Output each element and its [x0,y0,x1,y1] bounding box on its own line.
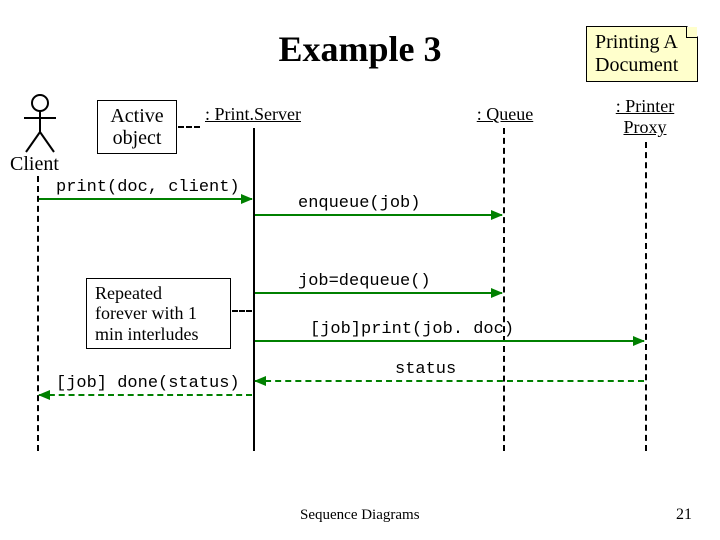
msg-done [39,394,252,396]
msg-label-done: [job] done(status) [56,374,240,393]
msg-enqueue [255,214,502,216]
lifeline-label-queue: : Queue [465,104,545,125]
msg-printjob [255,340,644,342]
client-actor-icon [20,94,60,154]
footer-label: Sequence Diagrams [300,507,420,524]
page-number: 21 [676,506,692,524]
anchor-repeated [232,310,252,312]
msg-print [39,198,252,200]
client-label: Client [10,153,59,176]
anchor-active-object [178,126,200,128]
lifeline-queue [503,128,505,451]
lifeline-printerproxy [645,142,647,451]
lifeline-label-printserver: : Print.Server [198,104,308,125]
lifeline-client [37,176,39,451]
msg-label-dequeue: job=dequeue() [298,272,431,291]
msg-label-enqueue: enqueue(job) [298,194,420,213]
msg-label-printjob: [job]print(job. doc) [310,320,514,339]
note-repeated: Repeated forever with 1 min interludes [86,278,231,349]
lifeline-label-printerproxy: : Printer Proxy [605,96,685,138]
lifeline-printserver [253,128,255,451]
msg-label-status: status [395,360,456,379]
note-active-object: Active object [97,100,177,154]
msg-label-print: print(doc, client) [56,178,240,197]
msg-dequeue [255,292,502,294]
msg-status [255,380,644,382]
note-printing-document: Printing A Document [586,26,698,82]
